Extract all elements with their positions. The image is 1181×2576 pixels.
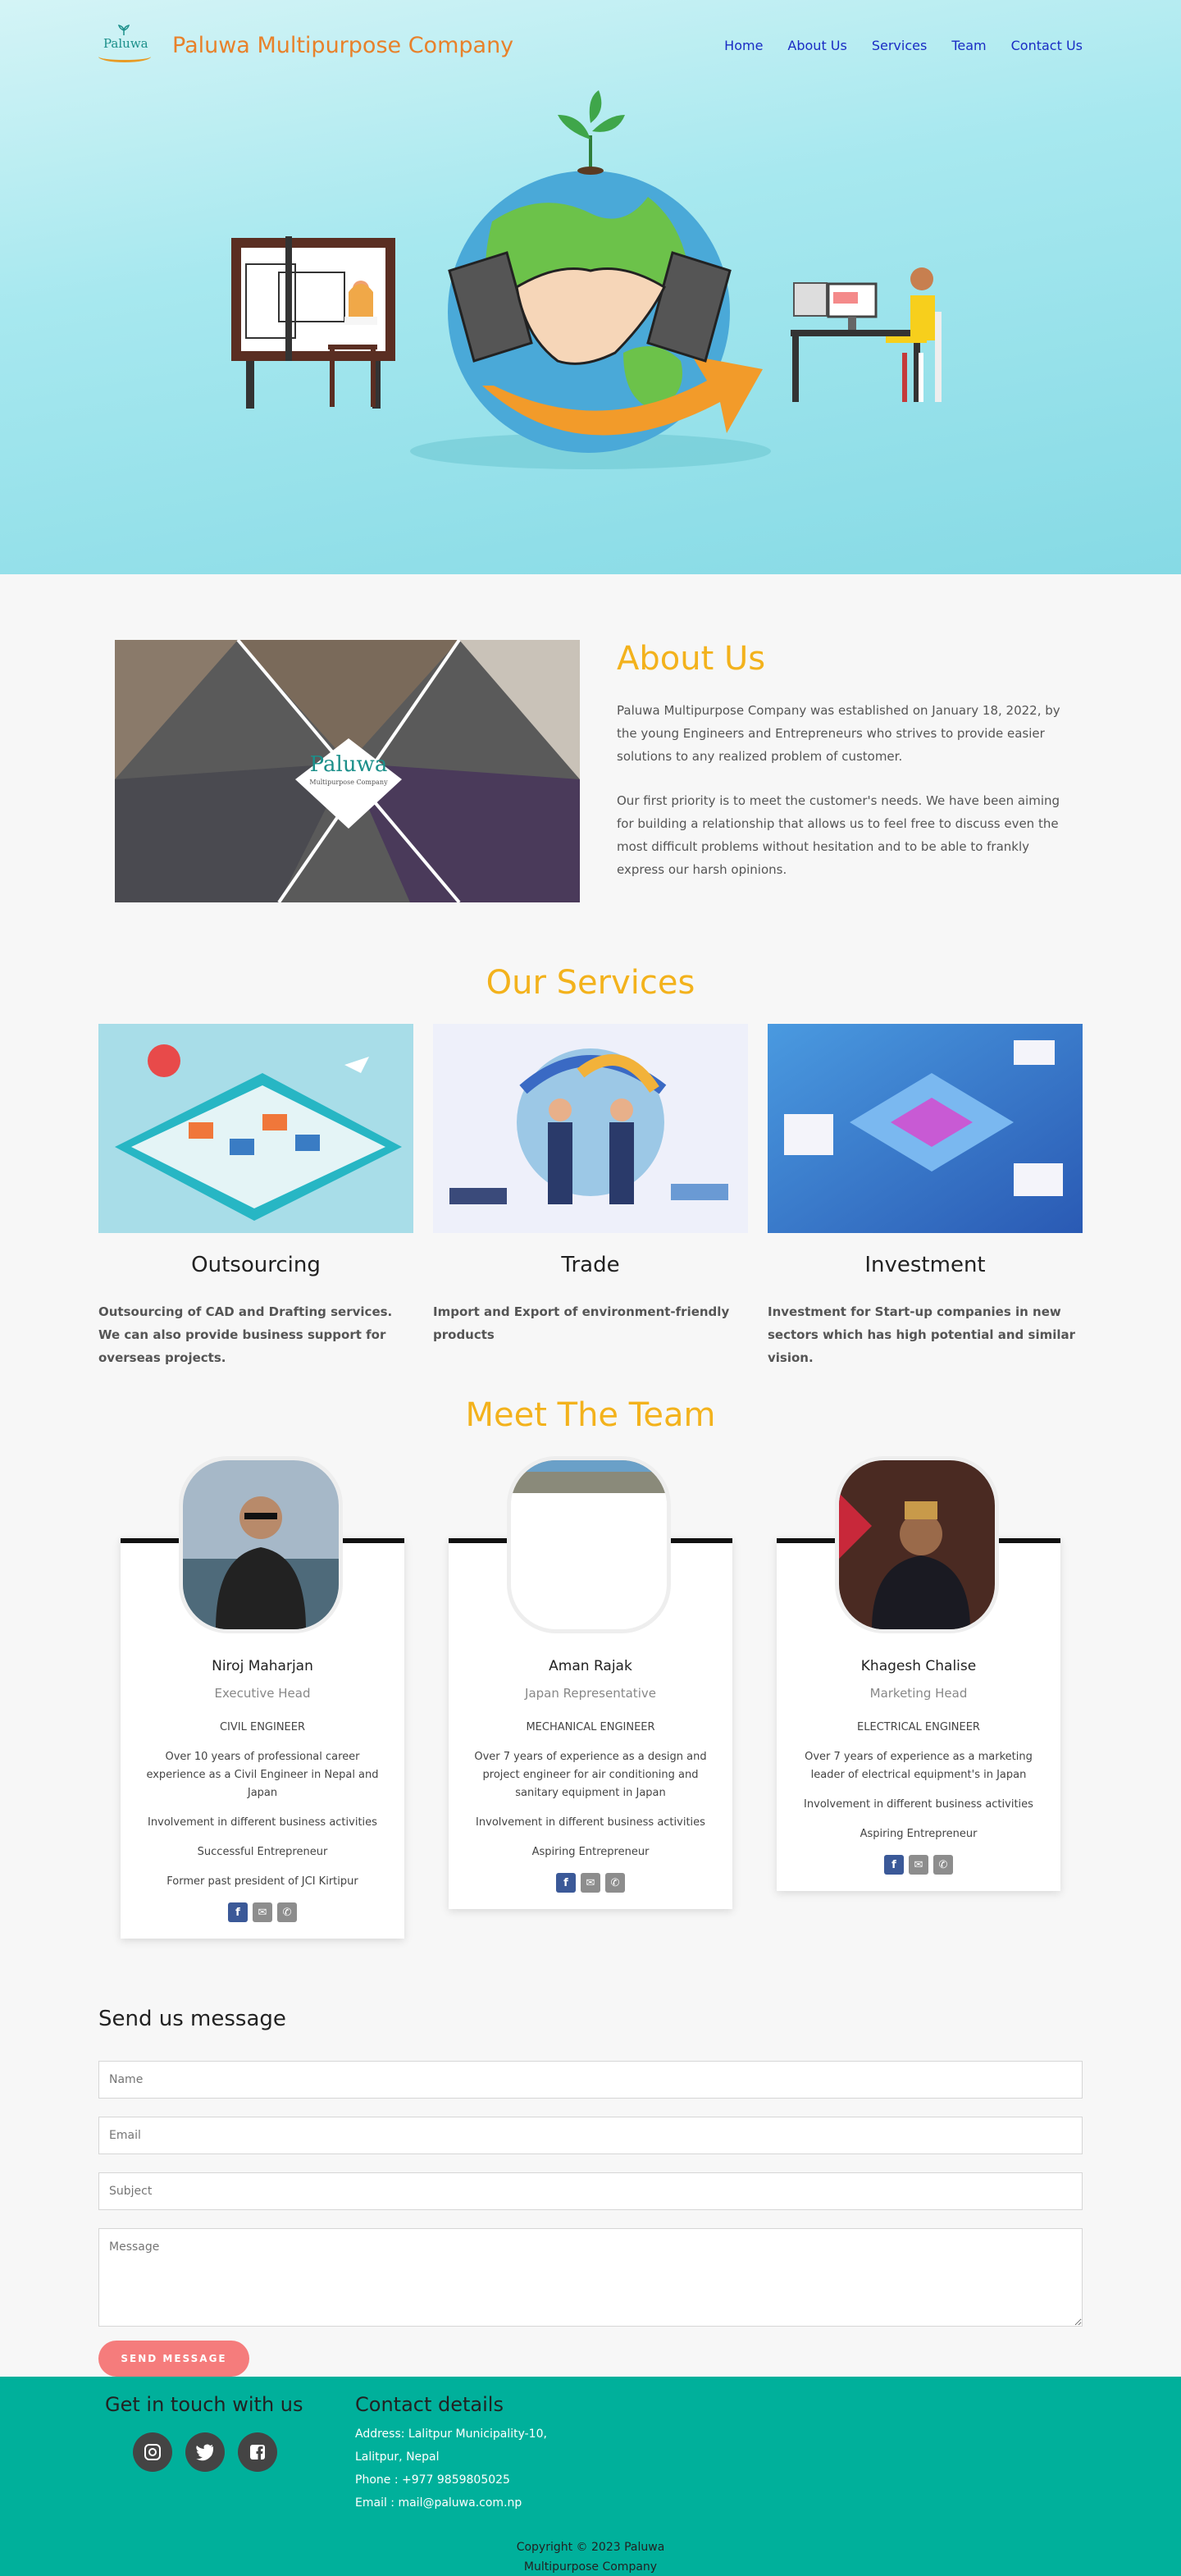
nav-link-about[interactable]: About Us: [787, 38, 846, 53]
service-desc-investment: Investment for Start-up companies in new…: [768, 1304, 1076, 1365]
mail-icon[interactable]: ✉: [909, 1855, 928, 1875]
member-line: Aspiring Entrepreneur: [860, 1828, 978, 1840]
phone-icon[interactable]: ✆: [605, 1873, 625, 1893]
facebook-icon[interactable]: [238, 2432, 277, 2472]
member-socials: f ✉ ✆: [449, 1873, 732, 1893]
investment-image: [768, 1024, 1083, 1233]
member-line: Former past president of JCI Kirtipur: [166, 1875, 358, 1888]
footer-touch-title: Get in touch with us: [105, 2393, 303, 2416]
name-input[interactable]: [98, 2061, 1083, 2099]
twitter-icon[interactable]: [185, 2432, 225, 2472]
footer-address-1: Address: Lalitpur Municipality-10,: [355, 2428, 547, 2441]
facebook-icon[interactable]: f: [228, 1902, 248, 1922]
member-line: ELECTRICAL ENGINEER: [857, 1721, 980, 1733]
copyright-line-2: Multipurpose Company: [523, 2560, 658, 2574]
member-line: Over 7 years of experience as a design a…: [474, 1751, 707, 1799]
footer-email[interactable]: Email : mail@paluwa.com.np: [355, 2492, 547, 2514]
member-line: Involvement in different business activi…: [804, 1798, 1033, 1811]
service-card-investment: Investment Investment for Start-up compa…: [768, 1024, 1083, 1369]
member-role: Japan Representative: [525, 1686, 656, 1701]
services-list: Outsourcing Outsourcing of CAD and Draft…: [98, 1024, 1083, 1369]
footer-address-2: Lalitpur, Nepal: [355, 2450, 440, 2464]
facebook-icon[interactable]: f: [884, 1855, 904, 1875]
member-name: Khagesh Chalise: [860, 1658, 977, 1674]
nav-link-home[interactable]: Home: [724, 38, 763, 53]
drafting-board-illustration: [231, 236, 395, 409]
globe-handshake-illustration: [410, 90, 771, 469]
email-input[interactable]: [98, 2117, 1083, 2154]
team-title: Meet The Team: [465, 1396, 716, 1434]
member-avatar: [507, 1456, 671, 1633]
member-line: Involvement in different business activi…: [148, 1816, 377, 1829]
trade-image: [433, 1024, 748, 1233]
about-collage-image: Paluwa Multipurpose Company: [115, 640, 580, 902]
member-name: Aman Rajak: [549, 1658, 632, 1674]
mail-icon[interactable]: ✉: [581, 1873, 600, 1893]
footer-social-icons: [133, 2432, 277, 2472]
leaf-icon: [118, 25, 130, 35]
member-socials: f ✉ ✆: [777, 1855, 1060, 1875]
member-avatar: [179, 1456, 343, 1633]
mail-icon[interactable]: ✉: [253, 1902, 272, 1922]
member-socials: f ✉ ✆: [121, 1902, 404, 1922]
instagram-icon[interactable]: [133, 2432, 172, 2472]
footer-details-title: Contact details: [355, 2393, 504, 2416]
about-title: About Us: [617, 640, 766, 678]
top-nav: Paluwa Paluwa Multipurpose Company Home …: [0, 0, 1181, 90]
nav-link-team[interactable]: Team: [951, 38, 986, 53]
copyright-line-1: Copyright © 2023 Paluwa: [516, 2541, 665, 2554]
phone-icon[interactable]: ✆: [933, 1855, 953, 1875]
member-line: Over 7 years of experience as a marketin…: [805, 1751, 1033, 1781]
member-line: Involvement in different business activi…: [476, 1816, 705, 1829]
member-line: MECHANICAL ENGINEER: [526, 1721, 655, 1733]
service-name-outsourcing: Outsourcing: [191, 1253, 321, 1277]
about-paragraph-1: Paluwa Multipurpose Company was establis…: [617, 703, 1060, 764]
service-desc-trade: Import and Export of environment-friendl…: [433, 1304, 730, 1342]
member-role: Marketing Head: [869, 1686, 968, 1701]
about-image-logo-sub: Multipurpose Company: [309, 779, 388, 786]
copyright: Copyright © 2023 Paluwa Multipurpose Com…: [0, 2537, 1181, 2576]
member-line: CIVIL ENGINEER: [219, 1721, 306, 1733]
about-paragraph-2: Our first priority is to meet the custom…: [617, 793, 1060, 877]
footer: Get in touch with us Contact details Add…: [0, 2377, 1181, 2576]
office-desk-illustration: [791, 267, 942, 402]
service-name-investment: Investment: [864, 1253, 986, 1277]
message-textarea[interactable]: [98, 2228, 1083, 2327]
main-menu: Home About Us Services Team Contact Us: [724, 38, 1083, 53]
team-section: Niroj Maharjan Executive Head CIVIL ENGI…: [98, 1456, 1083, 1965]
about-text: About Us Paluwa Multipurpose Company was…: [617, 640, 1076, 902]
facebook-icon[interactable]: f: [556, 1873, 576, 1893]
contact-title: Send us message: [98, 2007, 286, 2031]
member-line: Aspiring Entrepreneur: [531, 1846, 650, 1858]
brand-name: Paluwa Multipurpose Company: [172, 32, 514, 58]
about-image-logo: Paluwa: [310, 752, 388, 777]
member-line: Successful Entrepreneur: [197, 1846, 328, 1858]
service-card-trade: Trade Import and Export of environment-f…: [433, 1024, 748, 1369]
service-name-trade: Trade: [561, 1253, 620, 1277]
footer-contact-details: Contact details Address: Lalitpur Munici…: [355, 2393, 547, 2514]
about-section: Paluwa Multipurpose Company About Us Pal…: [115, 640, 1083, 902]
logo-mark: Paluwa: [98, 25, 156, 66]
outsourcing-image: [98, 1024, 413, 1233]
footer-phone[interactable]: Phone : +977 9859805025: [355, 2469, 547, 2492]
member-avatar: [835, 1456, 999, 1633]
member-role: Executive Head: [214, 1686, 311, 1701]
nav-link-services[interactable]: Services: [872, 38, 927, 53]
logo-swoosh: [98, 51, 151, 62]
service-desc-outsourcing: Outsourcing of CAD and Drafting services…: [98, 1304, 393, 1365]
send-message-button[interactable]: SEND MESSAGE: [98, 2341, 249, 2377]
member-name: Niroj Maharjan: [212, 1658, 313, 1674]
member-line: Over 10 years of professional career exp…: [146, 1751, 379, 1799]
phone-icon[interactable]: ✆: [277, 1902, 297, 1922]
contact-form: Send us message: [98, 2007, 1083, 2348]
nav-link-contact[interactable]: Contact Us: [1011, 38, 1083, 53]
services-title: Our Services: [486, 964, 695, 1002]
logo-text: Paluwa: [103, 36, 148, 51]
subject-input[interactable]: [98, 2172, 1083, 2210]
logo[interactable]: Paluwa Paluwa Multipurpose Company: [98, 25, 513, 66]
service-card-outsourcing: Outsourcing Outsourcing of CAD and Draft…: [98, 1024, 413, 1369]
